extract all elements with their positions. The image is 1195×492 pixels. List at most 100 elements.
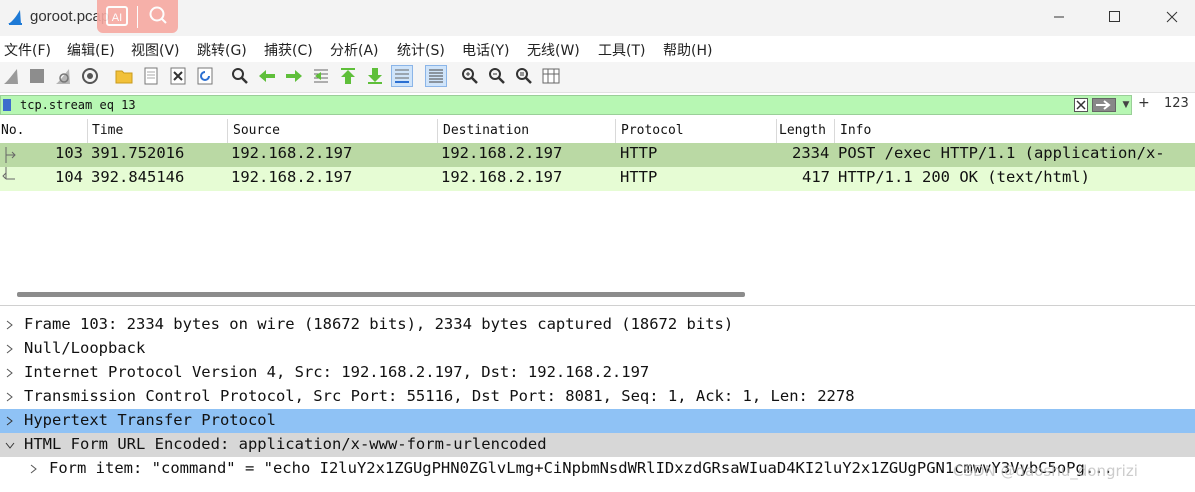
maximize-button[interactable] (1091, 0, 1137, 34)
zoom-out-icon[interactable] (487, 66, 507, 86)
open-file-icon[interactable] (114, 66, 134, 86)
column-header-length[interactable]: Length (779, 123, 826, 138)
menu-go[interactable]: 跳转(G) (197, 40, 247, 60)
menu-file[interactable]: 文件(F) (4, 40, 51, 60)
resize-columns-icon[interactable] (541, 66, 561, 86)
menu-help[interactable]: 帮助(H) (663, 40, 712, 60)
packet-length: 2334 (792, 144, 830, 162)
column-header-no[interactable]: No. (1, 123, 24, 138)
shark-fin-start-icon[interactable] (2, 66, 22, 86)
column-header-time[interactable]: Time (92, 123, 123, 138)
packet-row[interactable]: 104 392.845146 192.168.2.197 192.168.2.1… (0, 167, 1195, 191)
colorize-icon[interactable] (425, 65, 447, 87)
apply-filter-icon[interactable] (1092, 98, 1116, 112)
column-divider[interactable] (87, 119, 88, 143)
detail-row-frame[interactable]: Frame 103: 2334 bytes on wire (18672 bit… (0, 313, 1195, 337)
packet-no: 104 (55, 168, 83, 186)
packet-source: 192.168.2.197 (231, 168, 353, 186)
display-filter-bar: tcp.stream eq 13 ▼ + 123 (0, 93, 1195, 117)
minimize-button[interactable] (1036, 0, 1082, 34)
display-filter-input[interactable]: tcp.stream eq 13 ▼ (0, 95, 1132, 115)
reload-file-icon[interactable] (195, 66, 215, 86)
go-back-icon[interactable] (257, 66, 277, 86)
menu-capture[interactable]: 捕获(C) (264, 40, 313, 60)
chevron-right-icon[interactable] (3, 385, 17, 409)
chevron-right-icon[interactable] (3, 337, 17, 361)
close-button[interactable] (1148, 0, 1194, 34)
packet-time: 392.845146 (91, 168, 185, 186)
menu-view[interactable]: 视图(V) (131, 40, 180, 60)
filter-text[interactable]: tcp.stream eq 13 (20, 98, 136, 112)
close-file-icon[interactable] (168, 66, 188, 86)
bookmark-icon[interactable] (3, 99, 11, 111)
menu-statistics[interactable]: 统计(S) (397, 40, 445, 60)
capture-options-icon[interactable] (80, 66, 100, 86)
menu-wireless[interactable]: 无线(W) (527, 40, 580, 60)
first-packet-icon[interactable] (338, 66, 358, 86)
overlay-toolbar[interactable]: AI (97, 0, 178, 33)
search-icon[interactable] (147, 5, 169, 27)
chevron-down-icon[interactable]: ▼ (1121, 99, 1131, 111)
packet-protocol: HTTP (620, 168, 658, 186)
response-relation-icon (2, 167, 15, 180)
detail-row-http[interactable]: Hypertext Transfer Protocol (0, 409, 1195, 433)
packet-info: POST /exec HTTP/1.1 (application/x- (838, 144, 1165, 162)
horizontal-scrollbar[interactable] (17, 292, 745, 297)
column-header-source[interactable]: Source (233, 123, 280, 138)
add-filter-button[interactable]: + (1138, 95, 1150, 111)
restart-capture-icon[interactable] (54, 66, 74, 86)
detail-row-form-urlencoded[interactable]: HTML Form URL Encoded: application/x-www… (0, 433, 1195, 457)
chevron-right-icon[interactable] (27, 457, 41, 481)
find-packet-icon[interactable] (230, 66, 250, 86)
detail-text: Hypertext Transfer Protocol (24, 411, 276, 429)
column-header-destination[interactable]: Destination (443, 123, 529, 138)
wireshark-logo-icon (8, 10, 22, 25)
go-forward-icon[interactable] (284, 66, 304, 86)
packet-time: 391.752016 (91, 144, 185, 162)
packet-no: 103 (55, 144, 83, 162)
detail-row-null-loopback[interactable]: Null/Loopback (0, 337, 1195, 361)
chevron-down-icon[interactable] (3, 433, 17, 457)
detail-row-ipv4[interactable]: Internet Protocol Version 4, Src: 192.16… (0, 361, 1195, 385)
detail-text: Null/Loopback (24, 339, 146, 357)
auto-scroll-icon[interactable] (391, 65, 413, 87)
column-divider[interactable] (227, 119, 228, 143)
menu-tools[interactable]: 工具(T) (598, 40, 645, 60)
menu-bar: 文件(F) 编辑(E) 视图(V) 跳转(G) 捕获(C) 分析(A) 统计(S… (0, 36, 1195, 62)
packet-list-header: No. Time Source Destination Protocol Len… (0, 119, 1195, 144)
packet-row[interactable]: 103 391.752016 192.168.2.197 192.168.2.1… (0, 143, 1195, 167)
column-divider[interactable] (615, 119, 616, 143)
detail-text: Frame 103: 2334 bytes on wire (18672 bit… (24, 315, 734, 333)
column-divider[interactable] (776, 119, 777, 143)
menu-telephony[interactable]: 电话(Y) (462, 40, 509, 60)
save-file-icon[interactable] (141, 66, 161, 86)
packet-length: 417 (802, 168, 830, 186)
menu-analyze[interactable]: 分析(A) (330, 40, 379, 60)
ai-icon[interactable]: AI (106, 6, 128, 26)
filter-button-count: 123 (1164, 96, 1189, 111)
column-header-info[interactable]: Info (840, 123, 871, 138)
main-toolbar (0, 62, 1195, 93)
packet-source: 192.168.2.197 (231, 144, 353, 162)
zoom-in-icon[interactable] (460, 66, 480, 86)
menu-edit[interactable]: 编辑(E) (67, 40, 115, 60)
column-divider[interactable] (834, 119, 835, 143)
detail-text: Internet Protocol Version 4, Src: 192.16… (24, 363, 650, 381)
stop-capture-icon[interactable] (27, 66, 47, 86)
column-header-protocol[interactable]: Protocol (621, 123, 684, 138)
detail-row-tcp[interactable]: Transmission Control Protocol, Src Port:… (0, 385, 1195, 409)
packet-destination: 192.168.2.197 (441, 144, 563, 162)
overlay-divider (137, 6, 138, 28)
detail-text: HTML Form URL Encoded: application/x-www… (24, 435, 547, 453)
chevron-right-icon[interactable] (3, 361, 17, 385)
packet-destination: 192.168.2.197 (441, 168, 563, 186)
zoom-reset-icon[interactable] (514, 66, 534, 86)
go-to-packet-icon[interactable] (311, 66, 331, 86)
column-divider[interactable] (437, 119, 438, 143)
clear-filter-icon[interactable] (1074, 98, 1088, 112)
last-packet-icon[interactable] (365, 66, 385, 86)
chevron-right-icon[interactable] (3, 313, 17, 337)
chevron-right-icon[interactable] (3, 409, 17, 433)
pane-splitter[interactable] (0, 305, 1195, 306)
packet-info: HTTP/1.1 200 OK (text/html) (838, 168, 1090, 186)
